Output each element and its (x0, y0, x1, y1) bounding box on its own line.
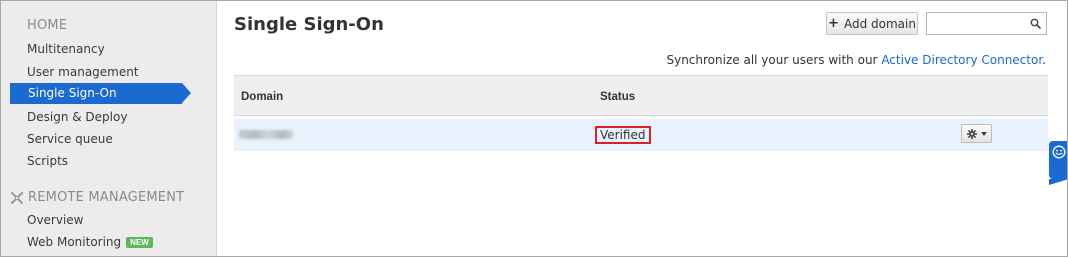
column-header-status[interactable]: Status (600, 91, 635, 103)
feedback-tab-tail (1049, 179, 1067, 185)
sync-suffix: . (1042, 53, 1046, 67)
sidebar-item-service-queue[interactable]: Service queue (27, 132, 113, 146)
tools-icon (11, 191, 23, 204)
app-window: HOME Multitenancy User management Single… (0, 0, 1068, 257)
sync-text: Synchronize all your users with our (666, 53, 882, 67)
sidebar-item-multitenancy[interactable]: Multitenancy (27, 42, 105, 56)
sidebar-item-scripts[interactable]: Scripts (27, 154, 68, 168)
active-arrow (182, 83, 191, 103)
sidebar: HOME Multitenancy User management Single… (1, 1, 217, 256)
status-verified: Verified (595, 126, 651, 144)
sidebar-item-user-management[interactable]: User management (27, 65, 139, 79)
search-box (926, 12, 1047, 35)
chevron-down-icon (980, 131, 987, 136)
remote-heading-label: REMOTE MANAGEMENT (28, 190, 185, 205)
table-row[interactable]: Verified (234, 119, 1048, 151)
sidebar-item-label: Web Monitoring (27, 235, 122, 249)
add-domain-button[interactable]: + Add domain (826, 12, 918, 35)
column-header-domain[interactable]: Domain (241, 91, 283, 103)
search-input[interactable] (927, 13, 1027, 34)
smiley-icon (1052, 145, 1066, 159)
sidebar-item-label: Single Sign-On (28, 86, 117, 100)
table-header: Domain Status (234, 75, 1048, 116)
sync-message: Synchronize all your users with our Acti… (666, 53, 1046, 67)
sidebar-item-design-deploy[interactable]: Design & Deploy (27, 110, 127, 124)
plus-icon: + (828, 16, 839, 31)
feedback-tab[interactable] (1049, 141, 1067, 185)
sidebar-heading-home: HOME (27, 18, 68, 33)
domain-cell-redacted (239, 130, 293, 139)
ad-connector-link[interactable]: Active Directory Connector (881, 53, 1042, 67)
sidebar-item-single-sign-on[interactable]: Single Sign-On (10, 83, 191, 104)
sidebar-item-overview[interactable]: Overview (27, 213, 84, 227)
new-badge: NEW (126, 237, 153, 248)
gear-icon (966, 128, 977, 139)
search-icon[interactable] (1030, 18, 1041, 29)
sidebar-heading-remote-management: REMOTE MANAGEMENT (11, 190, 184, 205)
page-title: Single Sign-On (234, 14, 384, 35)
add-domain-label: Add domain (843, 16, 916, 31)
row-actions-button[interactable] (961, 124, 992, 143)
sidebar-item-web-monitoring[interactable]: Web Monitoring NEW (27, 235, 153, 249)
